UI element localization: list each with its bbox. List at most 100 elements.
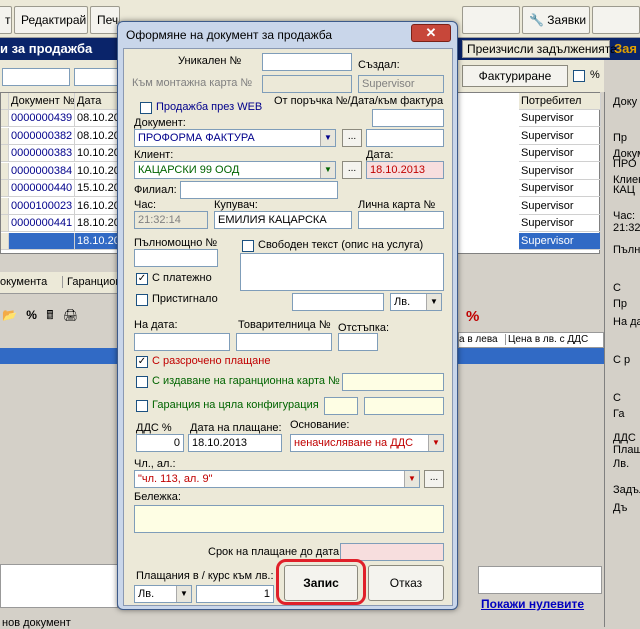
table-cell-user[interactable]: Supervisor bbox=[519, 110, 601, 127]
invoice-button[interactable]: Фактуриране bbox=[462, 65, 568, 87]
calculator-icon[interactable]: 🖩 bbox=[46, 308, 53, 322]
client-browse-button[interactable]: ... bbox=[342, 161, 362, 179]
table-cell-document[interactable]: 0000000383 bbox=[9, 145, 75, 162]
arrived-checkbox[interactable] bbox=[136, 294, 148, 306]
table-cell-user[interactable]: Supervisor bbox=[519, 232, 601, 250]
recalculate-button[interactable]: Преизчисли задълженията bbox=[462, 40, 617, 58]
cancel-button[interactable]: Отказ bbox=[368, 565, 444, 601]
column-header-user[interactable]: Потребител bbox=[519, 93, 601, 110]
side-label: С bbox=[613, 282, 621, 294]
table-cell-document[interactable]: 0000000384 bbox=[9, 162, 75, 180]
installment-checkbox[interactable]: ✓ bbox=[136, 356, 148, 368]
mount-card-input[interactable] bbox=[262, 75, 352, 93]
selected-item-row[interactable] bbox=[0, 348, 118, 364]
payment-term-label: Срок на плащане до дата: bbox=[208, 546, 343, 558]
edit-button[interactable]: Редактирай bbox=[14, 6, 88, 34]
table-cell-date[interactable]: 08.10.20 bbox=[75, 110, 121, 127]
on-date-input[interactable] bbox=[134, 333, 230, 351]
id-card-input[interactable] bbox=[358, 211, 444, 229]
table-cell-user[interactable]: Supervisor bbox=[519, 215, 601, 232]
config-warranty-input-2[interactable] bbox=[364, 397, 444, 415]
table-cell-date[interactable]: 18.10.20 bbox=[75, 215, 121, 232]
client-select[interactable]: КАЦАРСКИ 99 ООД ▼ bbox=[134, 161, 336, 179]
quick-sale-tail[interactable] bbox=[462, 6, 520, 34]
close-icon: ✕ bbox=[425, 25, 437, 40]
amount-input[interactable] bbox=[292, 293, 384, 311]
warranty-card-input[interactable] bbox=[342, 373, 444, 391]
table-cell-document[interactable]: 0000000382 bbox=[9, 127, 75, 145]
table-cell-date[interactable]: 16.10.20 bbox=[75, 197, 121, 215]
chevron-down-icon: ▼ bbox=[404, 471, 419, 487]
table-cell-user[interactable]: Supervisor bbox=[519, 197, 601, 215]
config-warranty-checkbox[interactable] bbox=[136, 400, 148, 412]
table-cell-date[interactable]: 10.10.20 bbox=[75, 145, 121, 162]
show-zero-link[interactable]: Покажи нулевите bbox=[481, 597, 584, 611]
table-cell-date[interactable]: 18.10.20 bbox=[75, 232, 121, 250]
stamp-icon[interactable]: 🖨 bbox=[63, 308, 78, 322]
document-extra-input[interactable] bbox=[366, 129, 444, 147]
branch-input[interactable] bbox=[180, 181, 338, 199]
close-button[interactable]: ✕ bbox=[411, 24, 451, 42]
payment-date-input[interactable]: 18.10.2013 bbox=[188, 434, 282, 452]
table-cell-user[interactable]: Supervisor bbox=[519, 162, 601, 180]
proxy-input[interactable] bbox=[134, 249, 218, 267]
folder-icon[interactable]: 📂 bbox=[2, 308, 17, 322]
discount-input[interactable] bbox=[338, 333, 378, 351]
free-text-input[interactable] bbox=[240, 253, 444, 291]
currency-select[interactable]: Лв. ▼ bbox=[390, 293, 442, 311]
waybill-input[interactable] bbox=[236, 333, 332, 351]
table-cell-date[interactable]: 15.10.20 bbox=[75, 180, 121, 197]
requests-icon: 🔧 bbox=[529, 13, 548, 27]
exchange-rate-input[interactable]: 1 bbox=[196, 585, 274, 603]
table-cell-user[interactable]: Supervisor bbox=[519, 180, 601, 197]
vat-input[interactable]: 0 bbox=[136, 434, 184, 452]
filter-input-1[interactable] bbox=[2, 68, 70, 86]
note-input[interactable] bbox=[134, 505, 444, 533]
table-cell-user[interactable]: Supervisor bbox=[519, 127, 601, 145]
document-label: Документ: bbox=[134, 117, 186, 129]
tab-document[interactable]: окумента bbox=[0, 276, 47, 288]
table-cell-date[interactable]: 10.10.20 bbox=[75, 162, 121, 180]
table-cell-date[interactable]: 08.10.20 bbox=[75, 127, 121, 145]
side-label: С р bbox=[613, 354, 631, 366]
tab-warranty[interactable]: Гаранцион bbox=[62, 276, 121, 288]
warranty-card-checkbox[interactable] bbox=[136, 376, 148, 388]
filter-input-2[interactable] bbox=[74, 68, 120, 86]
document-select[interactable]: ПРОФОРМА ФАКТУРА ▼ bbox=[134, 129, 336, 147]
payment-order-checkbox[interactable]: ✓ bbox=[136, 273, 148, 285]
article-select[interactable]: "чл. 113, ал. 9" ▼ bbox=[134, 470, 420, 488]
article-browse-button[interactable]: ... bbox=[424, 470, 444, 488]
date-input[interactable]: 18.10.2013 bbox=[366, 161, 444, 179]
table-cell-document[interactable]: 0000000439 bbox=[9, 110, 75, 127]
requests-tab[interactable]: Зая bbox=[614, 41, 637, 56]
items-area bbox=[0, 364, 118, 564]
config-warranty-input-1[interactable] bbox=[324, 397, 358, 415]
status-text: нов документ bbox=[2, 617, 71, 629]
buyer-input[interactable]: ЕМИЛИЯ КАЦАРСКА bbox=[214, 211, 352, 229]
percent-label: % bbox=[590, 69, 600, 81]
toolbar-button-0[interactable]: т bbox=[0, 6, 12, 34]
percent-icon[interactable]: % bbox=[26, 308, 37, 322]
column-header-date[interactable]: Дата bbox=[75, 93, 121, 110]
column-header-document[interactable]: Документ № bbox=[9, 93, 75, 110]
pay-currency-select[interactable]: Лв. ▼ bbox=[134, 585, 192, 603]
dialog-body: Уникален № Създал: Към монтажна карта № … bbox=[123, 48, 453, 606]
print-button[interactable]: Печат bbox=[90, 6, 120, 34]
table-cell-document[interactable]: 0000000441 bbox=[9, 215, 75, 232]
percent-checkbox[interactable] bbox=[573, 70, 585, 82]
table-cell-user[interactable]: Supervisor bbox=[519, 145, 601, 162]
free-text-checkbox[interactable] bbox=[242, 240, 254, 252]
table-cell-document[interactable] bbox=[9, 232, 75, 250]
document-browse-button[interactable]: ... bbox=[342, 129, 362, 147]
web-sale-checkbox[interactable] bbox=[140, 102, 152, 114]
requests-button[interactable]: 🔧 Заявки bbox=[522, 6, 590, 34]
table-cell-document[interactable]: 0000100023 bbox=[9, 197, 75, 215]
basis-select[interactable]: неначисляване на ДДС ▼ bbox=[290, 434, 444, 452]
from-order-input[interactable] bbox=[372, 109, 444, 127]
unique-number-input[interactable] bbox=[262, 53, 352, 71]
table-cell-document[interactable]: 0000000440 bbox=[9, 180, 75, 197]
config-warranty-label: Гаранция на цяла конфигурация bbox=[152, 399, 319, 411]
toolbar-button-extra[interactable] bbox=[592, 6, 640, 34]
percent-icon-red[interactable]: % bbox=[466, 308, 479, 325]
side-label: 21:32 bbox=[613, 222, 640, 234]
